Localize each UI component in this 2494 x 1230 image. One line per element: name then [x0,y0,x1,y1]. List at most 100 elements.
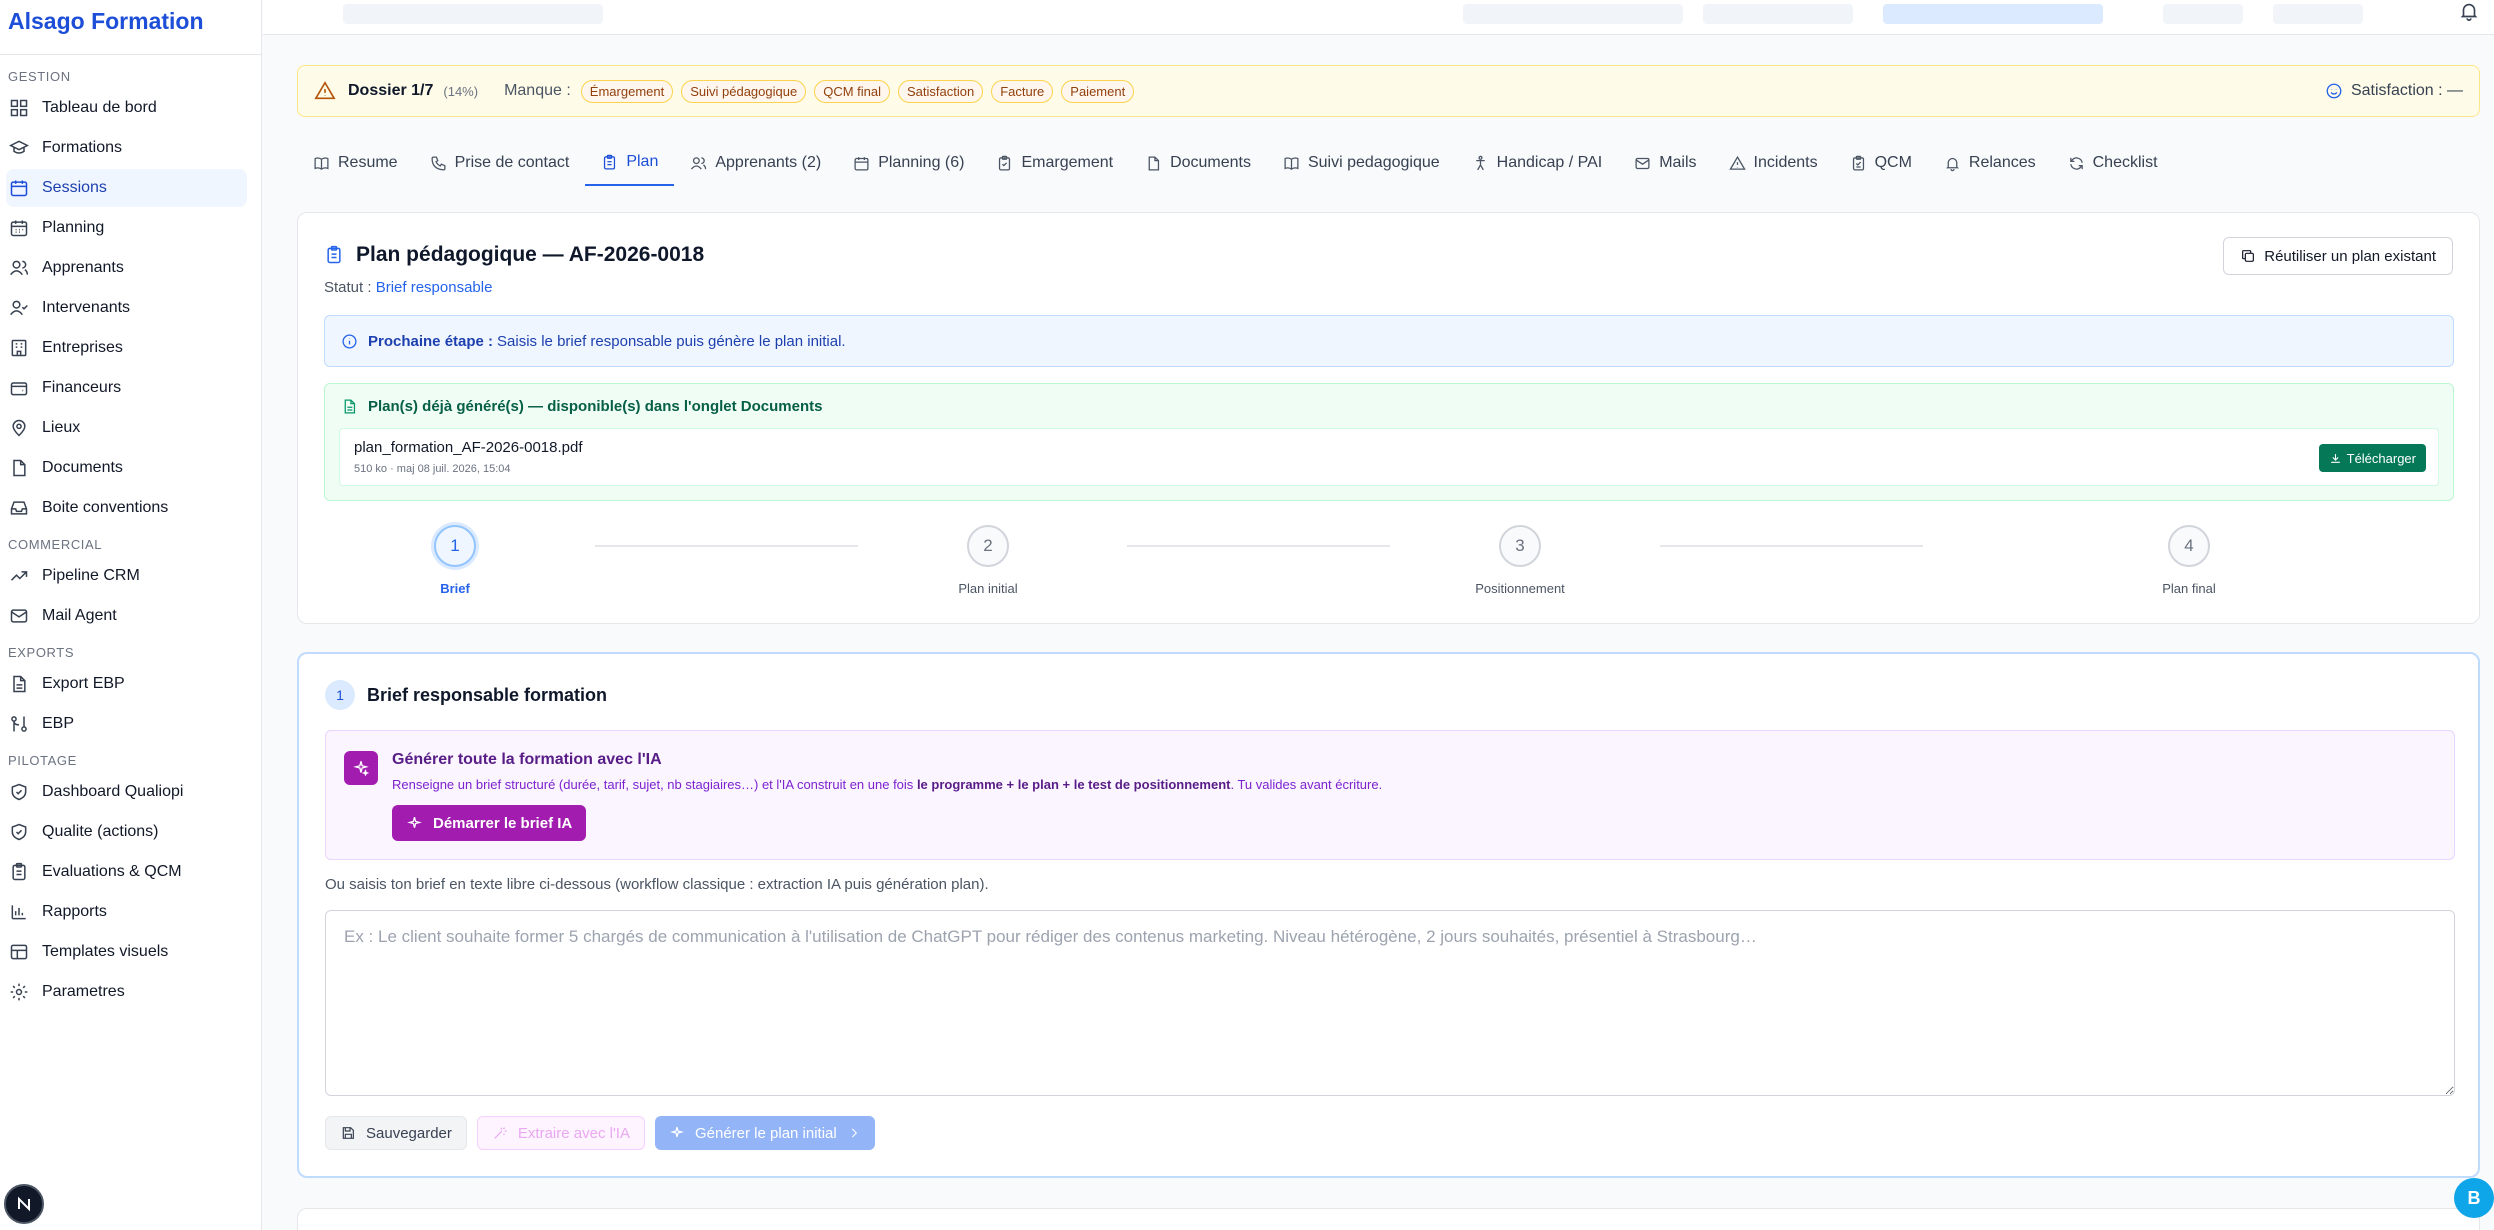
user-avatar[interactable] [4,1184,44,1224]
shield-icon [8,821,30,843]
step-2[interactable]: 2 Plan initial [918,525,1058,596]
mail-icon [1635,157,1650,169]
sidebar-item-label: Sessions [42,179,107,196]
sidebar-item-qualite-actions[interactable]: Qualite (actions) [6,813,247,851]
tab-emargement[interactable]: Emargement [980,140,1129,186]
sidebar-item-tableau-de-bord[interactable]: Tableau de bord [6,89,247,127]
step-4[interactable]: 4 Plan final [2119,525,2259,596]
stepper-connector [1127,545,1390,547]
layout-icon [8,941,30,963]
download-button[interactable]: Télécharger [2318,444,2426,472]
top-bar [263,0,2494,35]
tab-apprenants-2[interactable]: Apprenants (2) [674,140,837,186]
start-ia-brief-label: Démarrer le brief IA [433,814,573,832]
sidebar-item-apprenants[interactable]: Apprenants [6,249,247,287]
sidebar-item-dashboard-qualiopi[interactable]: Dashboard Qualiopi [6,773,247,811]
smile-icon [2326,83,2342,99]
tab-resume[interactable]: Resume [297,140,414,186]
layout-icon [10,944,28,960]
sidebar-item-ebp[interactable]: EBP [6,705,247,743]
nav-section-title: EXPORTS [8,645,75,660]
sidebar-item-planning[interactable]: Planning [6,209,247,247]
sidebar-item-boite-conventions[interactable]: Boite conventions [6,489,247,527]
start-ia-brief-button[interactable]: Démarrer le brief IA [392,805,587,841]
save-button[interactable]: Sauvegarder [325,1116,467,1150]
brief-textarea[interactable] [325,910,2455,1096]
sidebar-item-parametres[interactable]: Parametres [6,973,247,1011]
calendar-days-icon [8,217,30,239]
tab-relances[interactable]: Relances [1928,140,2052,186]
tab-prise-de-contact[interactable]: Prise de contact [414,140,586,186]
download-label: Télécharger [2346,450,2416,466]
chat-bubble[interactable]: B [2454,1178,2494,1218]
dossier-progress: Dossier 1/7 [348,82,434,99]
plan-status: Statut : Brief responsable [324,279,492,296]
sidebar-item-label: Tableau de bord [42,99,157,116]
tab-qcm[interactable]: QCM [1834,140,1928,186]
generate-plan-button[interactable]: Générer le plan initial [654,1116,875,1150]
tab-suivi-pedagogique[interactable]: Suivi pedagogique [1267,140,1456,186]
top-bar-action[interactable] [2163,4,2243,24]
nav-section-title: PILOTAGE [8,753,77,768]
ia-description: Renseigne un brief structuré (durée, tar… [392,777,1382,792]
sidebar-item-label: Rapports [42,903,107,920]
brief-title-text: Brief responsable formation [367,684,608,705]
sidebar-item-documents[interactable]: Documents [6,449,247,487]
sidebar-item-entreprises[interactable]: Entreprises [6,329,247,367]
bell-icon[interactable] [2458,0,2480,22]
tab-label: Resume [338,154,398,171]
step-3[interactable]: 3 Positionnement [1450,525,1590,596]
brief-card: 1 Brief responsable formation Générer to… [297,652,2480,1178]
sidebar-item-lieux[interactable]: Lieux [6,409,247,447]
mail-icon [10,609,28,623]
missing-chip: Émargement [580,79,674,103]
generated-plans-title: Plan(s) déjà généré(s) — disponible(s) d… [341,398,822,415]
tab-documents[interactable]: Documents [1129,140,1267,186]
top-bar-action[interactable] [2273,4,2363,24]
generated-plans: Plan(s) déjà généré(s) — disponible(s) d… [324,383,2454,501]
sidebar-item-intervenants[interactable]: Intervenants [6,289,247,327]
sidebar-item-rapports[interactable]: Rapports [6,893,247,931]
file-export-icon [8,673,30,695]
shield-check-icon [8,781,30,803]
sidebar-item-formations[interactable]: Formations [6,129,247,167]
tab-plan[interactable]: Plan [585,140,675,186]
file-name[interactable]: plan_formation_AF-2026-0018.pdf [354,439,583,456]
sidebar-item-label: Templates visuels [42,943,169,960]
sidebar-item-templates-visuels[interactable]: Templates visuels [6,933,247,971]
tab-mails[interactable]: Mails [1618,140,1712,186]
tab-label: Mails [1659,154,1697,171]
file-row: plan_formation_AF-2026-0018.pdf 510 ko ·… [339,428,2439,486]
sidebar-item-evaluations-qcm[interactable]: Evaluations & QCM [6,853,247,891]
sidebar-item-label: Dashboard Qualiopi [42,783,184,800]
tab-label: Checklist [2092,154,2158,171]
stepper-connector [1660,545,1923,547]
tab-incidents[interactable]: Incidents [1713,140,1834,186]
file-export-icon [13,675,26,693]
book-open-icon [1284,156,1299,170]
main-content: Dossier 1/7 (14%) Manque : Émargement Sui… [263,0,2494,1230]
missing-chip: QCM final [814,79,890,103]
dossier-alert: Dossier 1/7 (14%) Manque : Émargement Sui… [297,65,2480,117]
sidebar-item-label: Boite conventions [42,499,169,516]
stepper-connector [595,545,858,547]
extract-ia-button[interactable]: Extraire avec l'IA [476,1116,645,1150]
top-bar-action[interactable] [1703,4,1853,24]
top-bar-action[interactable] [1463,4,1683,24]
ia-desc-start: Renseigne un brief structuré (durée, tar… [392,777,914,792]
step-label: Plan final [2162,581,2216,596]
sidebar-item-label: Qualite (actions) [42,823,159,840]
sidebar-item-export-ebp[interactable]: Export EBP [6,665,247,703]
bell-icon [1945,157,1959,171]
tab-planning-6[interactable]: Planning (6) [837,140,980,186]
sidebar-item-sessions[interactable]: Sessions [6,169,247,207]
tab-handicap-pai[interactable]: Handicap / PAI [1456,140,1619,186]
sidebar-item-mail-agent[interactable]: Mail Agent [6,597,247,635]
sidebar-item-financeurs[interactable]: Financeurs [6,369,247,407]
step-1[interactable]: 1 Brief [385,525,525,596]
reuse-plan-button[interactable]: Réutiliser un plan existant [2223,237,2453,275]
tab-checklist[interactable]: Checklist [2052,140,2174,186]
top-bar-primary[interactable] [1883,4,2103,24]
sidebar-item-pipeline-crm[interactable]: Pipeline CRM [6,557,247,595]
brand-logo[interactable]: Alsago Formation [0,0,261,55]
